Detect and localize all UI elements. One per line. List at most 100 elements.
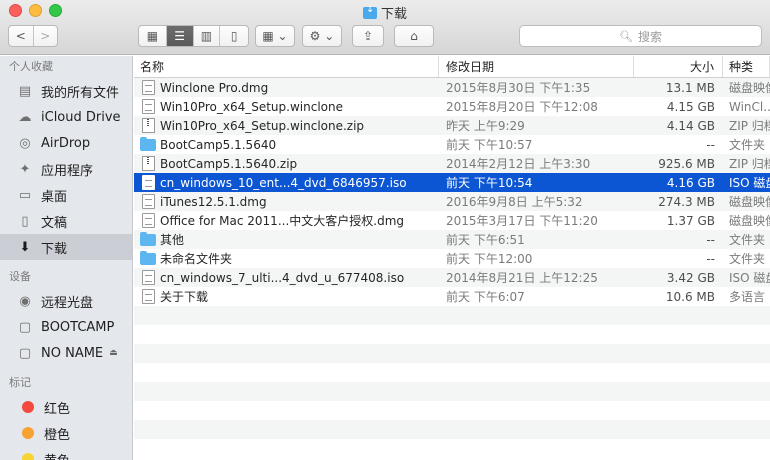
empty-row bbox=[134, 382, 770, 401]
file-name-cell: BootCamp5.1.5640.zip bbox=[134, 154, 439, 173]
navigation-buttons: < > bbox=[8, 25, 58, 47]
file-name-cell: cn_windows_10_ent...4_dvd_6846957.iso bbox=[134, 173, 439, 192]
file-name: Win10Pro_x64_Setup.winclone.zip bbox=[160, 118, 365, 133]
sidebar-item-label: 文稿 bbox=[41, 215, 68, 231]
file-row[interactable]: cn_windows_7_ulti...4_dvd_u_677408.iso 20… bbox=[134, 268, 770, 287]
sidebar-item-documents[interactable]: ▯ 文稿 bbox=[0, 208, 132, 234]
document-icon bbox=[142, 213, 155, 228]
column-header-kind[interactable]: 种类 bbox=[723, 56, 770, 77]
document-icon bbox=[142, 80, 155, 95]
file-date: 前天 下午6:07 bbox=[446, 290, 525, 304]
documents-icon: ▯ bbox=[21, 213, 29, 229]
file-size: 13.1 MB bbox=[665, 80, 715, 95]
list-view-button[interactable]: ☰ bbox=[166, 26, 194, 46]
sidebar-item-remote-disc[interactable]: ◉ 远程光盘 bbox=[0, 288, 132, 314]
column-header-size[interactable]: 大小 bbox=[634, 56, 723, 77]
sidebar-item-tag-orange[interactable]: 橙色 bbox=[0, 420, 132, 446]
column-header-name[interactable]: 名称 bbox=[134, 56, 439, 77]
document-icon bbox=[142, 99, 155, 114]
sidebar-item-label: NO NAME bbox=[41, 345, 104, 361]
file-size: 10.6 MB bbox=[665, 289, 715, 304]
remote-disc-icon: ◉ bbox=[19, 293, 31, 309]
list-icon: ☰ bbox=[174, 29, 185, 43]
file-name: BootCamp5.1.5640.zip bbox=[160, 156, 298, 171]
desktop-icon: ▭ bbox=[18, 187, 32, 203]
search-field[interactable]: 🔍︎ 搜索 bbox=[519, 25, 762, 47]
devices-header: 设备 bbox=[9, 270, 31, 283]
empty-row bbox=[134, 401, 770, 420]
sidebar-item-label: 远程光盘 bbox=[41, 295, 94, 311]
file-date: 前天 下午6:51 bbox=[446, 233, 525, 247]
file-name: cn_windows_10_ent...4_dvd_6846957.iso bbox=[160, 175, 407, 190]
file-kind: 磁盘映像 bbox=[729, 81, 770, 95]
document-icon bbox=[142, 194, 155, 209]
tags-header: 标记 bbox=[9, 376, 31, 389]
share-button[interactable]: ⇪ bbox=[352, 25, 384, 47]
column-header-date[interactable]: 修改日期 bbox=[439, 56, 634, 77]
sidebar-item-label: 下载 bbox=[41, 241, 68, 257]
empty-row bbox=[134, 325, 770, 344]
file-name: iTunes12.5.1.dmg bbox=[160, 194, 267, 209]
sidebar-item-applications[interactable]: ✦ 应用程序 bbox=[0, 156, 132, 182]
applications-icon: ✦ bbox=[19, 161, 31, 177]
disk-icon: ▢ bbox=[18, 319, 32, 335]
airdrop-icon: ◎ bbox=[19, 135, 31, 151]
sidebar-item-downloads[interactable]: ⬇ 下载 bbox=[0, 234, 132, 260]
file-name: BootCamp5.1.5640 bbox=[160, 137, 277, 152]
file-date: 2016年9月8日 上午5:32 bbox=[446, 195, 583, 209]
forward-button[interactable]: > bbox=[34, 26, 58, 46]
zip-archive-icon bbox=[142, 118, 155, 133]
sidebar-item-label: AirDrop bbox=[41, 135, 91, 151]
file-name-cell: iTunes12.5.1.dmg bbox=[134, 192, 439, 211]
red-tag-icon bbox=[22, 401, 34, 413]
column-view-button[interactable]: ▥ bbox=[194, 26, 221, 46]
view-mode-segment: ▦ ☰ ▥ ▯ bbox=[138, 25, 249, 47]
sidebar-item-airdrop[interactable]: ◎ AirDrop bbox=[0, 130, 132, 156]
sidebar-item-desktop[interactable]: ▭ 桌面 bbox=[0, 182, 132, 208]
file-size: 274.3 MB bbox=[658, 194, 715, 209]
file-row[interactable]: BootCamp5.1.5640.zip 2014年2月12日 上午3:30 925… bbox=[134, 154, 770, 173]
file-row[interactable]: 未命名文件夹 前天 下午12:00 -- 文件夹 bbox=[134, 249, 770, 268]
file-date: 2015年3月17日 下午11:20 bbox=[446, 214, 598, 228]
file-row[interactable]: 关于下载 前天 下午6:07 10.6 MB 多语言 P bbox=[134, 287, 770, 306]
file-kind: 多语言 P bbox=[729, 290, 770, 304]
sidebar-item-tag-yellow[interactable]: 黄色 bbox=[0, 446, 132, 460]
file-row[interactable]: Win10Pro_x64_Setup.winclone 2015年8月20日 下午… bbox=[134, 97, 770, 116]
coverflow-view-button[interactable]: ▯ bbox=[220, 26, 248, 46]
grid-icon: ▦ bbox=[146, 29, 159, 43]
file-row[interactable]: iTunes12.5.1.dmg 2016年9月8日 上午5:32 274.3 MB… bbox=[134, 192, 770, 211]
file-name-cell: Office for Mac 2011...中文大客户授权.dmg bbox=[134, 211, 439, 230]
gear-icon: ⚙ ⌄ bbox=[309, 29, 335, 43]
disk-icon: ▢ bbox=[18, 345, 32, 361]
file-date: 2014年8月21日 上午12:25 bbox=[446, 271, 598, 285]
sidebar-item-bootcamp[interactable]: ▢ BOOTCAMP bbox=[0, 314, 132, 340]
icon-view-button[interactable]: ▦ bbox=[139, 26, 167, 46]
window-title-text: 下载 bbox=[380, 7, 407, 22]
file-name-cell: Winclone Pro.dmg bbox=[134, 78, 439, 97]
empty-row bbox=[134, 420, 770, 439]
edit-tags-button[interactable]: ⌂ bbox=[394, 25, 434, 47]
file-date: 前天 下午10:57 bbox=[446, 138, 533, 152]
file-row[interactable]: cn_windows_10_ent...4_dvd_6846957.iso 前天 … bbox=[134, 173, 770, 192]
file-row[interactable]: Win10Pro_x64_Setup.winclone.zip 昨天 上午9:29… bbox=[134, 116, 770, 135]
file-row[interactable]: BootCamp5.1.5640 前天 下午10:57 -- 文件夹 bbox=[134, 135, 770, 154]
file-row[interactable]: 其他 前天 下午6:51 -- 文件夹 bbox=[134, 230, 770, 249]
sidebar-item-no-name[interactable]: ▢ NO NAME ⏏ bbox=[0, 340, 132, 366]
file-row[interactable]: Office for Mac 2011...中文大客户授权.dmg 2015年3月… bbox=[134, 211, 770, 230]
file-name-cell: 未命名文件夹 bbox=[134, 249, 439, 268]
action-button[interactable]: ⚙ ⌄ bbox=[302, 25, 342, 47]
sidebar-item-label: 我的所有文件 bbox=[41, 85, 120, 101]
sidebar-item-tag-red[interactable]: 红色 bbox=[0, 394, 132, 420]
file-row[interactable]: Winclone Pro.dmg 2015年8月30日 下午1:35 13.1 MB… bbox=[134, 78, 770, 97]
file-name-cell: 其他 bbox=[134, 230, 439, 249]
eject-icon[interactable]: ⏏ bbox=[109, 348, 118, 358]
arrange-button[interactable]: ▦ ⌄ bbox=[255, 25, 295, 47]
window-titlebar: 下载 < > ▦ ☰ ▥ ▯ ▦ ⌄ ⚙ ⌄ ⇪ ⌂ 🔍︎ 搜索 bbox=[0, 0, 770, 55]
sidebar-item-all-files[interactable]: ▤ 我的所有文件 bbox=[0, 78, 132, 104]
file-name: Office for Mac 2011...中文大客户授权.dmg bbox=[160, 214, 404, 228]
document-icon bbox=[142, 270, 155, 285]
back-button[interactable]: < bbox=[9, 26, 34, 46]
sidebar-item-icloud-drive[interactable]: ☁ iCloud Drive bbox=[0, 104, 132, 130]
file-name-cell: Win10Pro_x64_Setup.winclone bbox=[134, 97, 439, 116]
file-date: 2015年8月20日 下午12:08 bbox=[446, 100, 598, 114]
